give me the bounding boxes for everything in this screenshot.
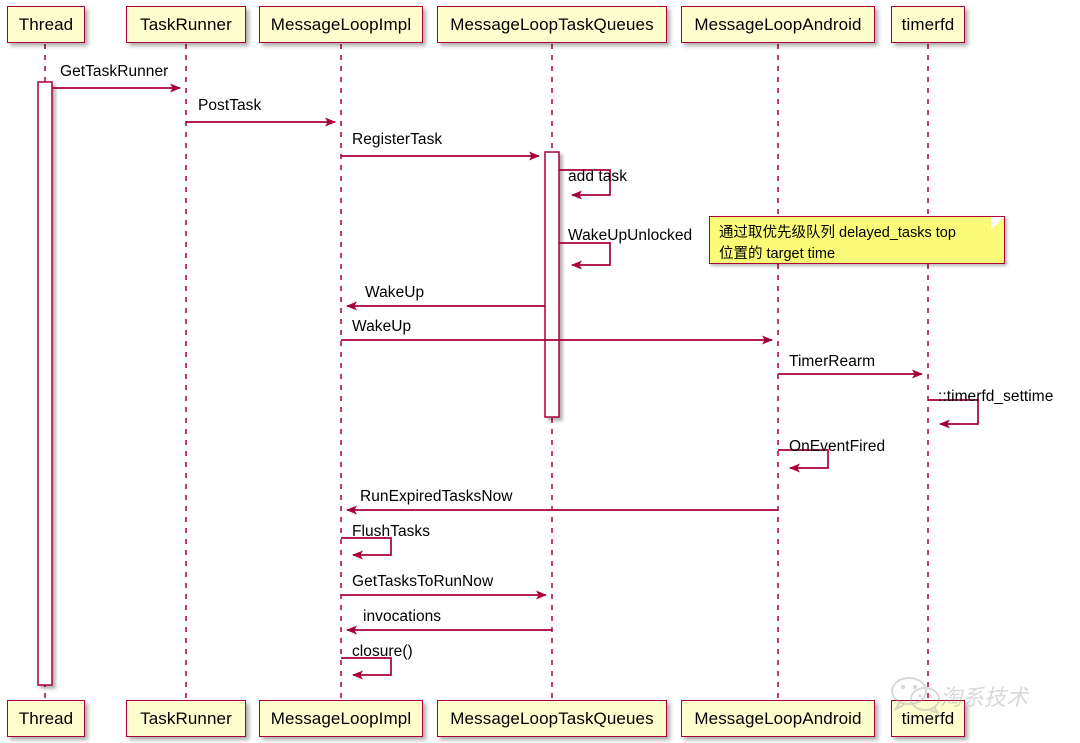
participant-header-message-loop-android[interactable]: MessageLoopAndroid — [681, 6, 875, 43]
participant-footer-message-loop-android[interactable]: MessageLoopAndroid — [681, 700, 875, 737]
note-line-2: 位置的 target time — [719, 245, 836, 262]
message-arrows — [52, 83, 979, 680]
message-label-add-task: add task — [568, 168, 627, 185]
sequence-diagram-canvas: Thread TaskRunner MessageLoopImpl Messag… — [0, 0, 1080, 743]
message-label-on-event-fired: OnEventFired — [789, 438, 886, 455]
activation-bar-thread — [37, 81, 53, 686]
participant-header-message-loop-task-queues[interactable]: MessageLoopTaskQueues — [437, 6, 667, 43]
note-delayed-tasks-target-time: 通过取优先级队列 delayed_tasks top 位置的 target ti… — [709, 216, 1005, 264]
message-label-post-task: PostTask — [198, 97, 262, 114]
participant-header-timerfd[interactable]: timerfd — [891, 6, 965, 43]
participant-header-thread[interactable]: Thread — [7, 6, 85, 43]
message-label-get-tasks-to-run-now: GetTasksToRunNow — [352, 573, 494, 590]
participant-footer-message-loop-task-queues[interactable]: MessageLoopTaskQueues — [437, 700, 667, 737]
arrow-wake-up-unlocked — [559, 242, 611, 270]
message-label-closure: closure() — [352, 643, 413, 660]
note-fold-corner — [991, 217, 1004, 230]
message-label-wake-up-android: WakeUp — [352, 318, 412, 335]
participant-footer-taskrunner[interactable]: TaskRunner — [126, 700, 246, 737]
message-label-register-task: RegisterTask — [352, 131, 443, 148]
activation-bar-message-loop-task-queues — [544, 151, 560, 418]
message-label-run-expired-tasks-now: RunExpiredTasksNow — [360, 488, 513, 505]
message-label-timerfd-settime: ::timerfd_settime — [938, 388, 1054, 405]
participant-footer-thread[interactable]: Thread — [7, 700, 85, 737]
diagram-vector-layer — [37, 44, 979, 700]
message-label-flush-tasks: FlushTasks — [352, 523, 431, 540]
message-label-invocations: invocations — [363, 608, 442, 625]
message-label-wake-up-return: WakeUp — [365, 284, 425, 301]
message-label-wake-up-unlocked: WakeUpUnlocked — [568, 227, 693, 244]
message-label-timer-rearm: TimerRearm — [789, 353, 876, 370]
participant-footer-message-loop-impl[interactable]: MessageLoopImpl — [259, 700, 423, 737]
message-label-get-task-runner: GetTaskRunner — [60, 63, 169, 80]
participant-header-taskrunner[interactable]: TaskRunner — [126, 6, 246, 43]
participant-header-message-loop-impl[interactable]: MessageLoopImpl — [259, 6, 423, 43]
lifelines — [44, 44, 929, 700]
participant-footer-timerfd[interactable]: timerfd — [891, 700, 965, 737]
note-line-1: 通过取优先级队列 delayed_tasks top — [719, 225, 956, 241]
